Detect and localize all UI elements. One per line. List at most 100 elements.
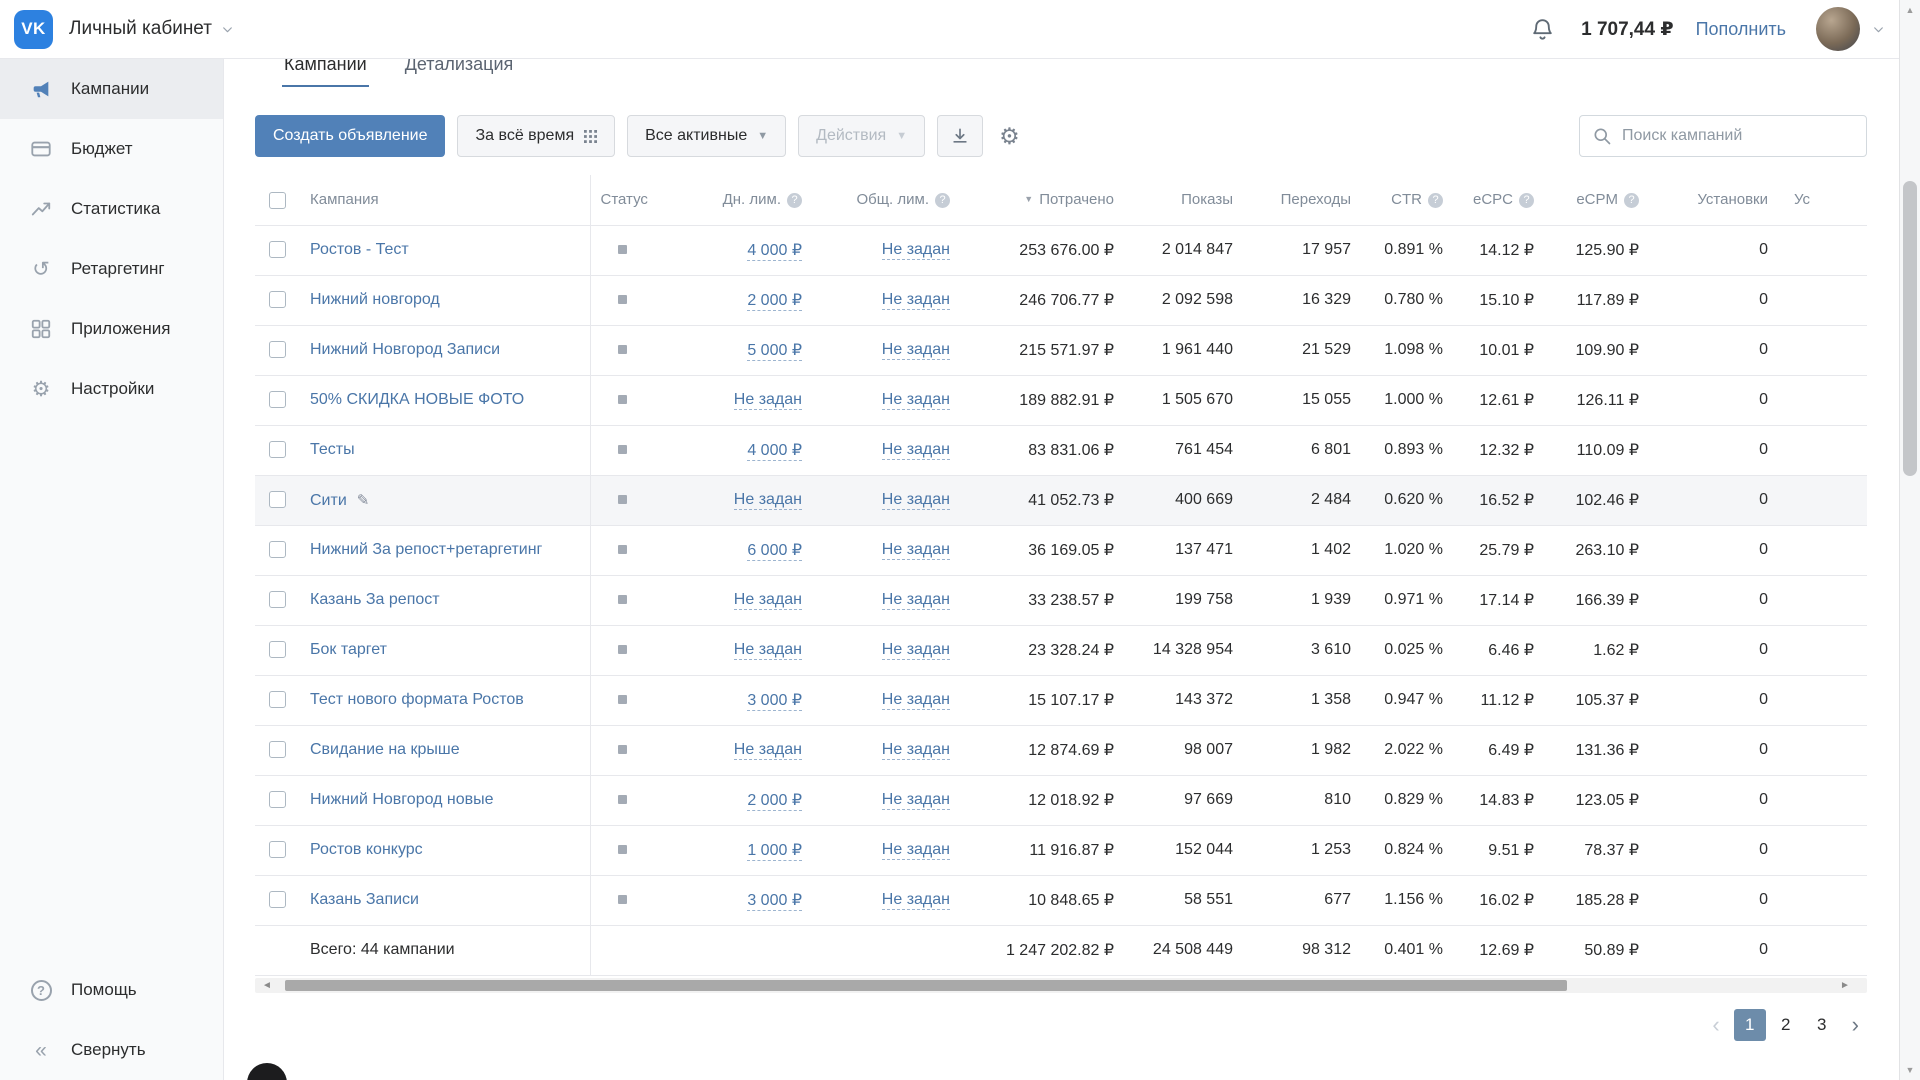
horizontal-scrollbar[interactable]: ◄ ► [255, 978, 1867, 993]
page-1[interactable]: 1 [1734, 1009, 1766, 1041]
day_limit-link[interactable]: 3 000 ₽ [747, 892, 802, 911]
row-checkbox[interactable] [269, 341, 286, 358]
row-checkbox[interactable] [269, 241, 286, 258]
total_limit-link[interactable]: Не задан [882, 591, 950, 610]
column-header-name[interactable]: Кампания [300, 175, 590, 225]
row-checkbox[interactable] [269, 291, 286, 308]
total_limit-link[interactable]: Не задан [882, 791, 950, 810]
total_limit-link[interactable]: Не задан [882, 391, 950, 410]
total_limit-link[interactable]: Не задан [882, 741, 950, 760]
day_limit-link[interactable]: 3 000 ₽ [747, 692, 802, 711]
row-checkbox[interactable] [269, 391, 286, 408]
info-icon[interactable]: ? [1519, 193, 1534, 208]
column-header-ecpc[interactable]: eCPC? [1459, 175, 1550, 225]
total_limit-link[interactable]: Не задан [882, 641, 950, 660]
row-checkbox[interactable] [269, 441, 286, 458]
scroll-up-arrow-icon[interactable]: ▲ [1900, 0, 1920, 20]
column-header-spent[interactable]: ▼Потрачено [966, 175, 1130, 225]
page-3[interactable]: 3 [1806, 1009, 1838, 1041]
column-header-day_limit[interactable]: Дн. лим.? [660, 175, 818, 225]
day_limit-link[interactable]: 2 000 ₽ [747, 292, 802, 311]
tab-campaigns[interactable]: Кампании [282, 59, 369, 87]
campaign-link[interactable]: Тесты [310, 441, 355, 458]
column-header-uy[interactable]: Ус [1784, 175, 1867, 225]
campaign-link[interactable]: Нижний новгород [310, 291, 440, 308]
select-all-checkbox[interactable] [269, 192, 286, 209]
total_limit-link[interactable]: Не задан [882, 341, 950, 360]
campaign-link[interactable]: Казань Записи [310, 891, 419, 908]
vertical-scrollbar[interactable]: ▲ ▼ [1899, 0, 1920, 1080]
total_limit-link[interactable]: Не задан [882, 241, 950, 260]
tab-details[interactable]: Детализация [403, 59, 516, 87]
info-icon[interactable]: ? [1428, 193, 1443, 208]
column-header-impressions[interactable]: Показы [1130, 175, 1249, 225]
campaign-link[interactable]: Ростов - Тест [310, 241, 409, 258]
campaign-link[interactable]: Казань За репост [310, 591, 440, 608]
sidebar-item-statistics[interactable]: Статистика [0, 179, 223, 239]
scroll-right-arrow-icon[interactable]: ► [1837, 978, 1853, 993]
scroll-left-arrow-icon[interactable]: ◄ [259, 978, 275, 993]
day_limit-link[interactable]: Не задан [734, 391, 802, 410]
total_limit-link[interactable]: Не задан [882, 491, 950, 510]
info-icon[interactable]: ? [935, 193, 950, 208]
horizontal-scrollbar-thumb[interactable] [285, 980, 1567, 991]
scroll-down-arrow-icon[interactable]: ▼ [1900, 1060, 1920, 1080]
column-header-installs[interactable]: Установки [1655, 175, 1784, 225]
search-input[interactable] [1579, 115, 1867, 157]
vk-logo[interactable]: VK [14, 10, 53, 49]
day_limit-link[interactable]: 1 000 ₽ [747, 842, 802, 861]
row-checkbox[interactable] [269, 791, 286, 808]
topup-link[interactable]: Пополнить [1696, 19, 1786, 40]
row-checkbox[interactable] [269, 841, 286, 858]
column-header-status[interactable]: Статус [590, 175, 660, 225]
info-icon[interactable]: ? [787, 193, 802, 208]
campaign-link[interactable]: Свидание на крыше [310, 741, 460, 758]
campaign-link[interactable]: Сити [310, 492, 347, 509]
sidebar-item-collapse[interactable]: « Свернуть [0, 1020, 223, 1080]
day_limit-link[interactable]: Не задан [734, 741, 802, 760]
vertical-scrollbar-thumb[interactable] [1903, 181, 1917, 476]
next-page-icon[interactable]: › [1844, 1014, 1867, 1036]
day_limit-link[interactable]: 6 000 ₽ [747, 542, 802, 561]
row-checkbox[interactable] [269, 541, 286, 558]
edit-icon[interactable]: ✎ [357, 492, 370, 509]
column-header-ecpm[interactable]: eCPM? [1550, 175, 1655, 225]
sidebar-item-budget[interactable]: Бюджет [0, 119, 223, 179]
info-icon[interactable]: ? [1624, 193, 1639, 208]
campaign-link[interactable]: Ростов конкурс [310, 841, 423, 858]
column-header-total_limit[interactable]: Общ. лим.? [818, 175, 966, 225]
campaign-link[interactable]: Нижний За репост+ретаргетинг [310, 541, 542, 558]
total_limit-link[interactable]: Не задан [882, 891, 950, 910]
total_limit-link[interactable]: Не задан [882, 841, 950, 860]
row-checkbox[interactable] [269, 591, 286, 608]
row-checkbox[interactable] [269, 891, 286, 908]
day_limit-link[interactable]: Не задан [734, 591, 802, 610]
create-ad-button[interactable]: Создать объявление [255, 115, 445, 157]
total_limit-link[interactable]: Не задан [882, 541, 950, 560]
day_limit-link[interactable]: 5 000 ₽ [747, 342, 802, 361]
avatar[interactable] [1816, 7, 1860, 51]
campaign-link[interactable]: Нижний Новгород Записи [310, 341, 500, 358]
column-header-clicks[interactable]: Переходы [1249, 175, 1367, 225]
sidebar-item-settings[interactable]: ⚙ Настройки [0, 359, 223, 419]
status-filter-dropdown[interactable]: Все активные ▼ [627, 115, 786, 157]
sidebar-item-apps[interactable]: Приложения [0, 299, 223, 359]
page-2[interactable]: 2 [1770, 1009, 1802, 1041]
day_limit-link[interactable]: Не задан [734, 491, 802, 510]
notifications-bell-icon[interactable] [1530, 17, 1555, 42]
day_limit-link[interactable]: 4 000 ₽ [747, 442, 802, 461]
total_limit-link[interactable]: Не задан [882, 291, 950, 310]
day_limit-link[interactable]: Не задан [734, 641, 802, 660]
table-settings-button[interactable]: ⚙ [995, 125, 1024, 148]
row-checkbox[interactable] [269, 691, 286, 708]
profile-menu-chevron-icon[interactable] [1872, 23, 1885, 36]
day_limit-link[interactable]: 2 000 ₽ [747, 792, 802, 811]
day_limit-link[interactable]: 4 000 ₽ [747, 242, 802, 261]
export-download-button[interactable] [937, 115, 983, 157]
actions-dropdown[interactable]: Действия ▼ [798, 115, 925, 157]
prev-page-icon[interactable]: ‹ [1704, 1014, 1727, 1036]
row-checkbox[interactable] [269, 641, 286, 658]
total_limit-link[interactable]: Не задан [882, 691, 950, 710]
campaign-link[interactable]: Нижний Новгород новые [310, 791, 494, 808]
sidebar-item-retargeting[interactable]: ↺ Ретаргетинг [0, 239, 223, 299]
